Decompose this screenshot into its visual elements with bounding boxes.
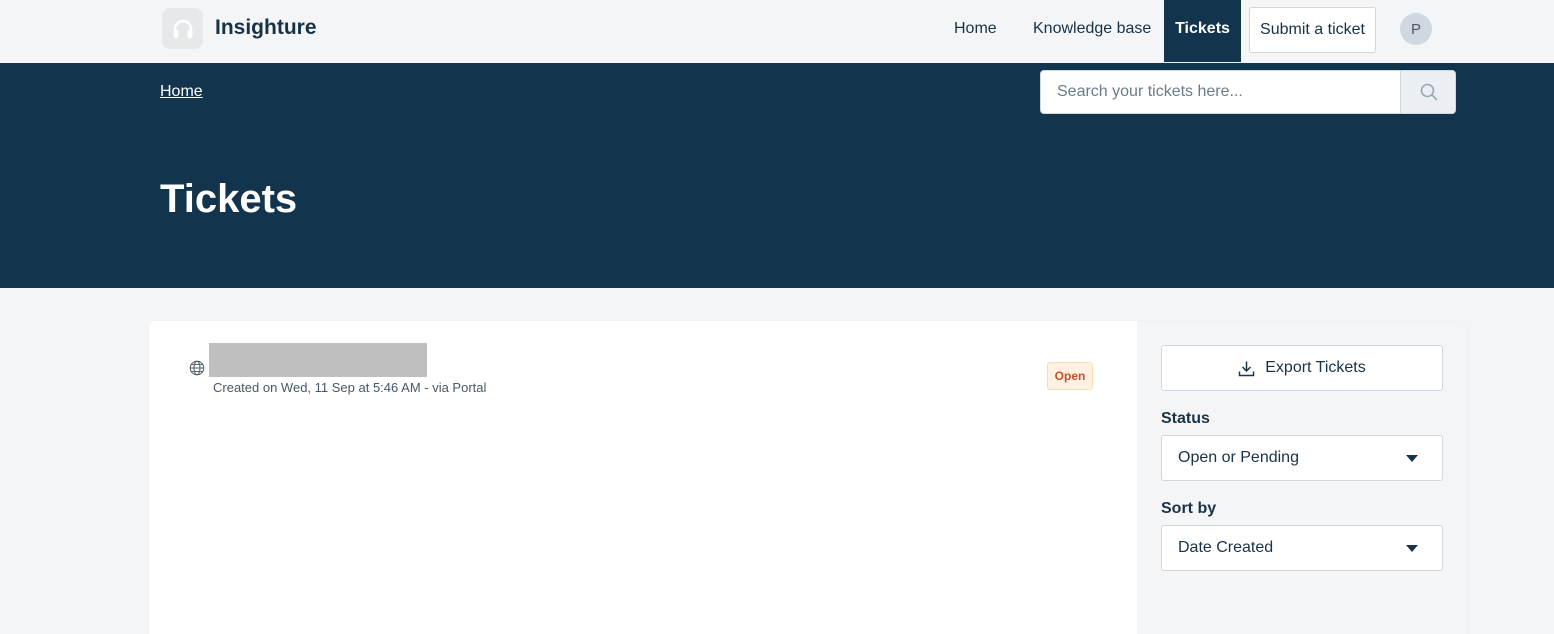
filter-sidebar: Export Tickets Status Open or Pending So… bbox=[1137, 321, 1467, 634]
globe-icon bbox=[189, 360, 205, 376]
hero-banner: Home Tickets bbox=[0, 63, 1554, 288]
search-button[interactable] bbox=[1400, 71, 1455, 113]
brand-name[interactable]: Insighture bbox=[215, 16, 317, 40]
sort-label: Sort by bbox=[1161, 500, 1217, 517]
status-label: Status bbox=[1161, 410, 1210, 427]
caret-down-icon bbox=[1406, 455, 1418, 462]
download-icon bbox=[1239, 361, 1255, 376]
top-navigation: Insighture Home Knowledge base Tickets S… bbox=[0, 0, 1554, 63]
search-input[interactable] bbox=[1041, 71, 1400, 113]
nav-home[interactable]: Home bbox=[954, 0, 997, 62]
breadcrumb-home[interactable]: Home bbox=[160, 83, 203, 101]
ticket-meta: Created on Wed, 11 Sep at 5:46 AM - via … bbox=[213, 380, 487, 395]
sort-select[interactable]: Date Created bbox=[1161, 525, 1443, 571]
search-icon bbox=[1420, 83, 1437, 101]
status-badge: Open bbox=[1047, 362, 1093, 390]
nav-tickets[interactable]: Tickets bbox=[1164, 0, 1241, 62]
ticket-list-item[interactable]: Created on Wed, 11 Sep at 5:46 AM - via … bbox=[189, 343, 1099, 403]
status-value: Open or Pending bbox=[1178, 449, 1299, 466]
headphones-logo-icon[interactable] bbox=[162, 8, 203, 49]
ticket-search bbox=[1040, 70, 1456, 114]
caret-down-icon bbox=[1406, 545, 1418, 552]
nav-knowledge-base[interactable]: Knowledge base bbox=[1033, 0, 1151, 62]
export-tickets-button[interactable]: Export Tickets bbox=[1161, 345, 1443, 391]
ticket-subject-redacted[interactable] bbox=[209, 343, 427, 377]
sort-value: Date Created bbox=[1178, 539, 1274, 556]
user-avatar[interactable]: P bbox=[1400, 13, 1432, 45]
export-label: Export Tickets bbox=[1265, 359, 1366, 376]
status-select[interactable]: Open or Pending bbox=[1161, 435, 1443, 481]
submit-ticket-button[interactable]: Submit a ticket bbox=[1249, 7, 1376, 53]
page-title: Tickets bbox=[160, 177, 298, 221]
tickets-card: Created on Wed, 11 Sep at 5:46 AM - via … bbox=[149, 321, 1467, 634]
